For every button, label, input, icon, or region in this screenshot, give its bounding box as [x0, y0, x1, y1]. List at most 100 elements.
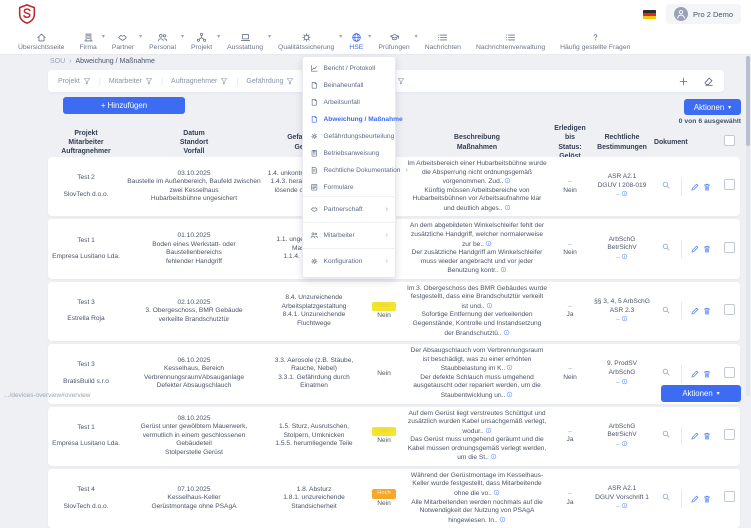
projekt-value[interactable]: Test 4	[51, 486, 121, 495]
severity-badge: Mittel	[372, 427, 396, 437]
clear-filters-icon[interactable]	[703, 76, 714, 87]
edit-button[interactable]	[690, 431, 700, 441]
select-all-checkbox[interactable]	[724, 135, 735, 146]
edit-button[interactable]	[690, 306, 700, 316]
filter-chip[interactable]: Projekt	[58, 77, 91, 85]
edit-button[interactable]	[690, 182, 700, 192]
filter-chip[interactable]: Mitarbeiter	[109, 77, 153, 85]
nav-item[interactable]: ▾ Übersichtsseite	[18, 32, 64, 51]
row-checkbox[interactable]	[724, 491, 735, 502]
cell-projekt: Test 3 Estrella Roja	[48, 299, 124, 324]
nav-item[interactable]: ▾ Partner	[112, 32, 134, 51]
info-icon[interactable]	[490, 453, 497, 460]
view-document-button[interactable]	[661, 305, 671, 315]
menu-item[interactable]: Gefährdungsbeurteilung ›	[303, 128, 395, 145]
auftragnehmer-value[interactable]: Estrella Roja	[51, 315, 121, 324]
info-icon[interactable]	[504, 204, 511, 211]
info-icon[interactable]	[621, 253, 628, 260]
auftragnehmer-value[interactable]: Empresa Lusitano Lda.	[51, 253, 121, 262]
row-checkbox[interactable]	[724, 367, 735, 378]
info-icon[interactable]	[506, 364, 513, 371]
geloest-value: Nein	[553, 187, 587, 196]
menu-item[interactable]: Bericht / Protokoll ›	[303, 60, 395, 77]
delete-button[interactable]	[702, 306, 712, 316]
menu-item-label: Mitarbeiter	[324, 232, 355, 239]
info-icon[interactable]	[500, 266, 507, 273]
breadcrumb-root[interactable]: SOU	[50, 58, 65, 65]
row-checkbox[interactable]	[724, 304, 735, 315]
nav-item[interactable]: ▾ Projekt	[191, 32, 212, 51]
cell-projekt: Test 1 Empresa Lusitano Lda.	[48, 237, 124, 262]
info-icon[interactable]	[499, 516, 506, 523]
delete-button[interactable]	[702, 182, 712, 192]
german-flag-icon[interactable]	[643, 10, 656, 19]
menu-item[interactable]: Partnerschaft ›	[303, 196, 395, 222]
actions-button-bottom[interactable]: Aktionen▾	[661, 385, 741, 402]
view-document-button[interactable]	[661, 429, 671, 439]
projekt-value[interactable]: Test 2	[51, 174, 121, 183]
menu-item[interactable]: Rechtliche Dokumentation ›	[303, 162, 395, 179]
info-icon[interactable]	[504, 177, 511, 184]
document-icon	[310, 98, 319, 107]
projekt-value[interactable]: Test 1	[51, 424, 121, 433]
info-icon[interactable]	[621, 190, 628, 197]
cell-select	[718, 179, 740, 194]
auftragnehmer-value[interactable]: Empresa Lusitano Lda.	[51, 440, 121, 449]
auftragnehmer-value[interactable]: BratisBuild s.r.o	[51, 378, 121, 387]
projekt-value[interactable]: Test 3	[51, 299, 121, 308]
menu-item[interactable]: Beinaheunfall ›	[303, 77, 395, 94]
menu-item[interactable]: Abweichung / Maßnahme ›	[303, 111, 395, 128]
info-icon[interactable]	[485, 240, 492, 247]
menu-item[interactable]: Arbeitsunfall ›	[303, 94, 395, 111]
filter-chip[interactable]: Gefährdung	[246, 77, 294, 85]
filter-chip-label: Mitarbeiter	[109, 78, 142, 85]
nav-item[interactable]: ▾ Nachrichten	[425, 32, 461, 51]
auftragnehmer-value[interactable]: SlovTech d.o.o.	[51, 191, 121, 200]
add-button[interactable]: + Hinzufügen	[63, 97, 185, 114]
info-icon[interactable]	[486, 302, 493, 309]
view-document-button[interactable]	[661, 242, 671, 252]
row-checkbox[interactable]	[724, 429, 735, 440]
view-document-button[interactable]	[661, 492, 671, 502]
auftragnehmer-value[interactable]: SlovTech d.o.o.	[51, 503, 121, 512]
nav-item[interactable]: ▾ Qualitätssicherung	[278, 32, 334, 51]
scrollbar-thumb[interactable]	[746, 56, 750, 146]
view-document-button[interactable]	[661, 367, 671, 377]
user-menu[interactable]: Pro 2 Demo	[666, 4, 741, 24]
info-icon[interactable]	[621, 378, 628, 385]
edit-button[interactable]	[690, 369, 700, 379]
nav-item[interactable]: ▾ Ausstattung	[227, 32, 263, 51]
filter-chip[interactable]: Auftragnehmer	[171, 77, 228, 85]
nav-item[interactable]: ▾ Häufig gestellte Fragen	[560, 32, 630, 51]
info-icon[interactable]	[621, 502, 628, 509]
app-logo[interactable]	[16, 3, 38, 25]
delete-button[interactable]	[702, 244, 712, 254]
delete-button[interactable]	[702, 431, 712, 441]
view-document-button[interactable]	[661, 180, 671, 190]
menu-item[interactable]: Konfiguration ›	[303, 248, 395, 274]
projekt-value[interactable]: Test 1	[51, 237, 121, 246]
edit-button[interactable]	[690, 494, 700, 504]
actions-button[interactable]: Aktionen▾	[684, 99, 741, 115]
info-icon[interactable]	[506, 391, 513, 398]
add-filter-icon[interactable]	[678, 76, 689, 87]
info-icon[interactable]	[621, 315, 628, 322]
delete-button[interactable]	[702, 494, 712, 504]
edit-button[interactable]	[690, 244, 700, 254]
menu-item[interactable]: Betriebsanweisung ›	[303, 145, 395, 162]
projekt-value[interactable]: Test 3	[51, 361, 121, 370]
row-checkbox[interactable]	[724, 179, 735, 190]
menu-item[interactable]: Formulare ›	[303, 179, 395, 196]
row-checkbox[interactable]	[724, 242, 735, 253]
nav-item[interactable]: ▾ Personal	[149, 32, 176, 51]
nav-item[interactable]: ▾ Nachrichtenverwaltung	[476, 32, 545, 51]
info-icon[interactable]	[485, 427, 492, 434]
nav-item[interactable]: ▾ HSE	[349, 32, 363, 51]
info-icon[interactable]	[621, 440, 628, 447]
menu-item[interactable]: Mitarbeiter ›	[303, 222, 395, 248]
delete-button[interactable]	[702, 369, 712, 379]
nav-item[interactable]: ▾ Firma	[79, 32, 96, 51]
nav-item[interactable]: ▾ Prüfungen	[378, 32, 409, 51]
info-icon[interactable]	[503, 329, 510, 336]
info-icon[interactable]	[493, 489, 500, 496]
